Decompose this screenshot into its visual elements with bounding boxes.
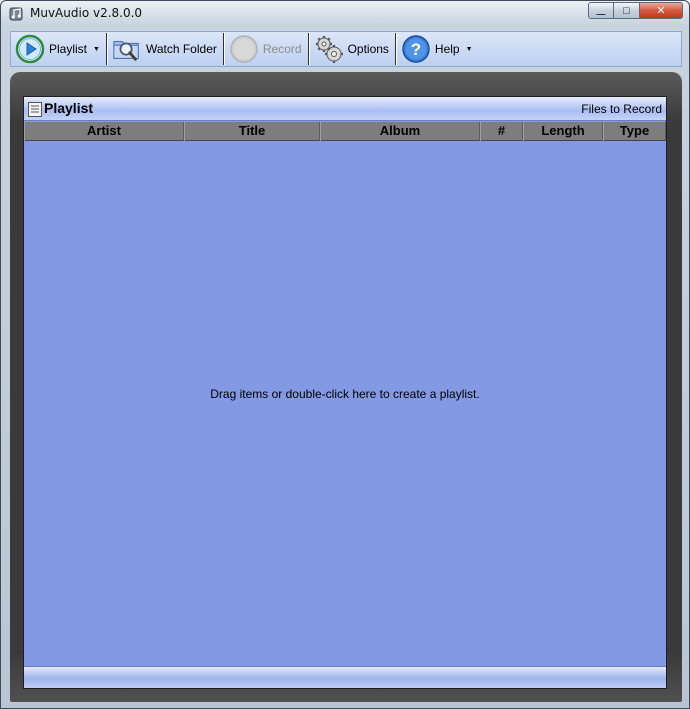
playlist-button[interactable]: Playlist ▼ — [11, 32, 106, 66]
empty-playlist-hint: Drag items or double-click here to creat… — [210, 387, 480, 401]
maximize-button[interactable]: □ — [614, 2, 640, 19]
watch-folder-button-label: Watch Folder — [145, 42, 217, 56]
gears-icon — [314, 34, 344, 64]
minimize-button[interactable]: — — [588, 2, 614, 19]
svg-text:?: ? — [411, 40, 421, 59]
playlist-panel-header: Playlist Files to Record — [24, 97, 666, 121]
help-button[interactable]: ? Help ▼ — [397, 32, 479, 66]
close-icon: ✕ — [656, 5, 666, 17]
column-header-type[interactable]: Type — [603, 122, 666, 141]
column-header-row: Artist Title Album # Length Type — [24, 122, 666, 141]
chevron-down-icon: ▼ — [93, 45, 100, 53]
app-music-icon — [9, 7, 23, 21]
column-header-artist[interactable]: Artist — [24, 122, 184, 141]
watch-folder-button[interactable]: Watch Folder — [108, 32, 223, 66]
panel-title: Playlist — [44, 100, 94, 116]
playlist-panel[interactable]: Playlist Files to Record Artist Title Al… — [23, 96, 667, 689]
close-button[interactable]: ✕ — [640, 2, 683, 19]
options-button[interactable]: Options — [310, 32, 395, 66]
options-button-label: Options — [347, 42, 389, 56]
chevron-down-icon: ▼ — [465, 45, 473, 53]
maximize-icon: □ — [623, 4, 630, 17]
playlist-button-label: Playlist — [49, 42, 88, 56]
playlist-panel-footer — [24, 666, 666, 688]
app-window: MuvAudio v2.8.0.0 — □ ✕ Playlist ▼ Watch… — [0, 0, 690, 709]
files-to-record-label: Files to Record — [581, 102, 662, 116]
help-button-label: Help — [434, 42, 460, 56]
record-disc-icon — [229, 34, 259, 64]
folder-magnifier-icon — [112, 34, 142, 64]
help-question-icon: ? — [401, 34, 431, 64]
column-header-album[interactable]: Album — [320, 122, 480, 141]
record-button[interactable]: Record — [225, 32, 308, 66]
column-header-title[interactable]: Title — [184, 122, 320, 141]
record-button-label: Record — [262, 42, 302, 56]
play-circle-icon — [15, 34, 45, 64]
caption-buttons: — □ ✕ — [588, 2, 683, 19]
minimize-icon: — — [596, 8, 606, 19]
column-header-length[interactable]: Length — [523, 122, 603, 141]
main-toolbar: Playlist ▼ Watch Folder Record Options ?… — [10, 31, 682, 67]
title-bar[interactable]: MuvAudio v2.8.0.0 — □ ✕ — [1, 1, 689, 27]
playlist-document-icon — [28, 102, 42, 117]
window-title: MuvAudio v2.8.0.0 — [30, 6, 143, 20]
column-header-number[interactable]: # — [480, 122, 523, 141]
